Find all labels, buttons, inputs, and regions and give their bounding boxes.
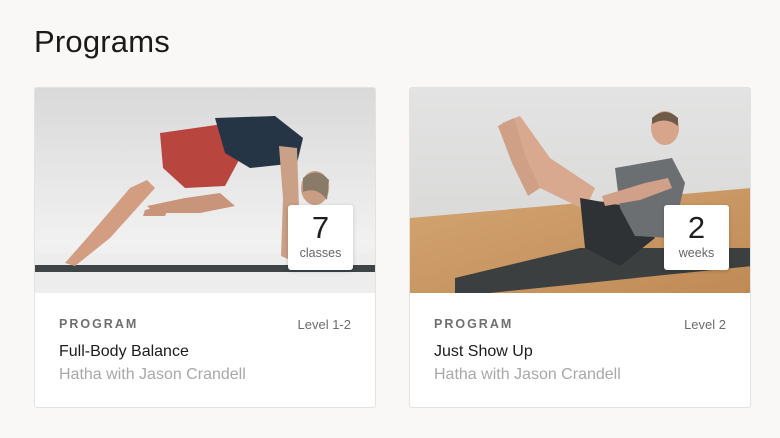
program-instructor: Hatha with Jason Crandell bbox=[59, 366, 246, 383]
program-kind-label: PROGRAM bbox=[59, 317, 139, 331]
program-instructor: Hatha with Jason Crandell bbox=[434, 366, 621, 383]
program-level: Level 1-2 bbox=[297, 317, 351, 332]
program-card-just-show-up[interactable]: 2 weeks PROGRAM Level 2 Just Show Up Hat… bbox=[409, 87, 751, 408]
program-thumbnail[interactable]: 2 weeks bbox=[410, 88, 750, 293]
page-title: Programs bbox=[34, 24, 170, 59]
class-count-badge: 7 classes bbox=[288, 205, 353, 270]
program-level: Level 2 bbox=[684, 317, 726, 332]
program-meta-row: PROGRAM Level 1-2 bbox=[59, 317, 351, 333]
class-count-number: 7 bbox=[311, 210, 330, 245]
week-count-badge: 2 weeks bbox=[664, 205, 729, 270]
program-kind-label: PROGRAM bbox=[434, 317, 514, 331]
class-count-unit: classes bbox=[299, 246, 342, 260]
week-count-unit: weeks bbox=[678, 246, 715, 260]
program-title[interactable]: Full-Body Balance bbox=[59, 343, 189, 361]
program-card-full-body-balance[interactable]: 7 classes PROGRAM Level 1-2 Full-Body Ba… bbox=[34, 87, 376, 408]
program-meta-row: PROGRAM Level 2 bbox=[434, 317, 726, 333]
week-count-number: 2 bbox=[687, 210, 706, 245]
program-title[interactable]: Just Show Up bbox=[434, 343, 533, 361]
program-thumbnail[interactable]: 7 classes bbox=[35, 88, 375, 293]
